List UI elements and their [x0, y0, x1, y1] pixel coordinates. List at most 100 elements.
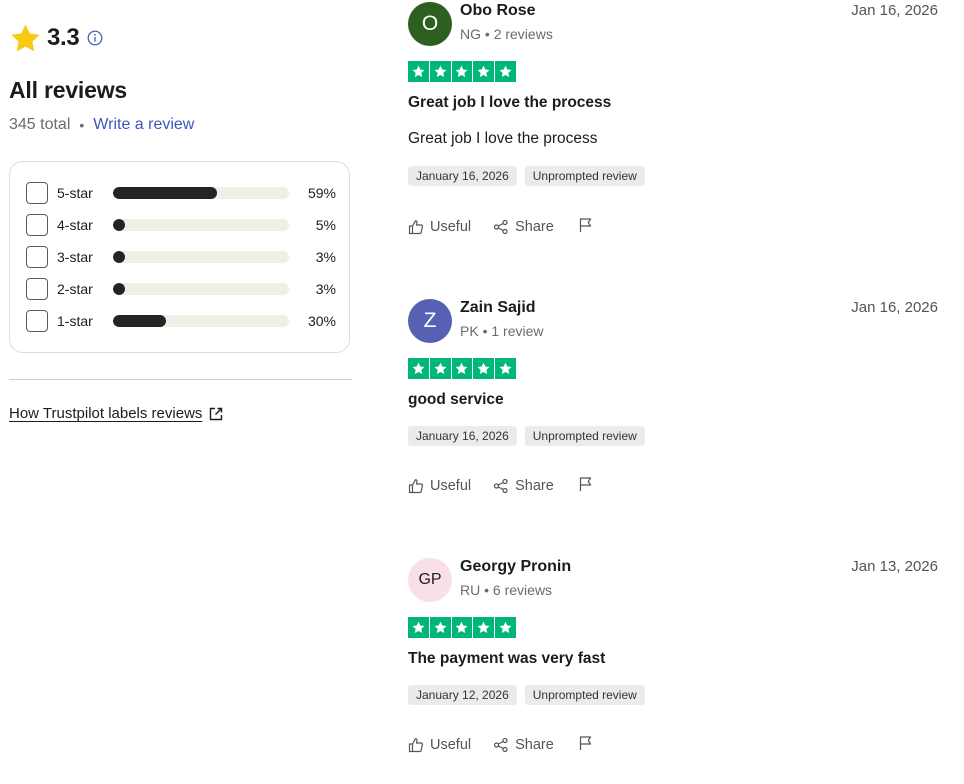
bar-fill: [113, 251, 125, 263]
reviewer-count: 1 review: [491, 323, 544, 339]
checkbox[interactable]: [26, 278, 48, 300]
separator-dot: •: [79, 117, 85, 133]
rating-star-icon: [495, 358, 516, 379]
rating-star-icon: [408, 358, 429, 379]
share-icon: [494, 737, 508, 753]
flag-icon: [579, 218, 591, 232]
review-card: O Obo Rose NG • 2 reviews Jan 16, 2026 G…: [408, 2, 938, 242]
distribution-bar: [113, 187, 289, 199]
filter-2-star[interactable]: 2-star 3%: [26, 277, 336, 301]
info-icon[interactable]: [87, 30, 103, 46]
reviewer-name[interactable]: Georgy Pronin: [460, 558, 571, 576]
checkbox[interactable]: [26, 214, 48, 236]
useful-label: Useful: [430, 219, 472, 235]
how-labels-text[interactable]: How Trustpilot labels reviews: [9, 405, 202, 422]
star-label: 3-star: [57, 249, 93, 265]
checkbox[interactable]: [26, 310, 48, 332]
share-icon: [494, 478, 508, 494]
star-label: 2-star: [57, 281, 93, 297]
review-date: Jan 16, 2026: [851, 299, 938, 316]
filter-3-star[interactable]: 3-star 3%: [26, 245, 336, 269]
experience-date-tag: January 16, 2026: [408, 166, 517, 186]
filter-4-star[interactable]: 4-star 5%: [26, 213, 336, 237]
reviewer-meta: NG • 2 reviews: [460, 26, 553, 42]
how-labels-link[interactable]: How Trustpilot labels reviews: [9, 405, 224, 422]
total-line: 345 total • Write a review: [9, 116, 194, 134]
avatar[interactable]: O: [408, 2, 452, 46]
report-button[interactable]: [578, 735, 594, 755]
rating-star-icon: [408, 61, 429, 82]
useful-button[interactable]: Useful: [408, 219, 471, 235]
share-label: Share: [515, 478, 554, 494]
divider: [9, 379, 352, 380]
distribution-bar: [113, 219, 289, 231]
useful-button[interactable]: Useful: [408, 737, 471, 753]
review-date: Jan 16, 2026: [851, 2, 938, 19]
thumbs-up-icon: [408, 220, 424, 235]
reviewer-country: PK: [460, 323, 479, 339]
experience-date-tag: January 16, 2026: [408, 426, 517, 446]
useful-button[interactable]: Useful: [408, 478, 471, 494]
review-title[interactable]: Great job I love the process: [408, 94, 611, 112]
experience-date-tag: January 12, 2026: [408, 685, 517, 705]
review-actions: Useful Share: [408, 217, 594, 237]
review-date: Jan 13, 2026: [851, 558, 938, 575]
distribution-bar: [113, 251, 289, 263]
share-label: Share: [515, 219, 554, 235]
rating-star-icon: [473, 617, 495, 638]
rating-star-icon: [495, 61, 516, 82]
review-title[interactable]: The payment was very fast: [408, 650, 605, 668]
share-label: Share: [515, 737, 554, 753]
rating-summary: 3.3: [9, 20, 103, 56]
report-button[interactable]: [578, 217, 594, 237]
star-rating: [408, 61, 516, 82]
filter-1-star[interactable]: 1-star 30%: [26, 309, 336, 333]
checkbox[interactable]: [26, 182, 48, 204]
reviewer-name[interactable]: Zain Sajid: [460, 299, 536, 317]
star-label: 5-star: [57, 185, 93, 201]
rating-star-icon: [429, 61, 451, 82]
review-actions: Useful Share: [408, 735, 594, 755]
share-button[interactable]: Share: [493, 737, 554, 753]
share-button[interactable]: Share: [493, 478, 554, 494]
review-tags: January 16, 2026 Unprompted review: [408, 426, 645, 446]
total-count: 345 total: [9, 116, 71, 133]
review-tags: January 12, 2026 Unprompted review: [408, 685, 645, 705]
flag-icon: [579, 736, 591, 750]
thumbs-up-icon: [408, 738, 424, 753]
write-review-link[interactable]: Write a review: [93, 116, 194, 134]
bar-fill: [113, 283, 125, 295]
avatar[interactable]: Z: [408, 299, 452, 343]
star-percent: 5%: [315, 217, 336, 233]
checkbox[interactable]: [26, 246, 48, 268]
report-button[interactable]: [578, 476, 594, 496]
star-percent: 30%: [307, 313, 336, 329]
review-body: Great job I love the process: [408, 130, 598, 147]
star-rating: [408, 358, 516, 379]
unprompted-tag[interactable]: Unprompted review: [524, 166, 645, 186]
unprompted-tag[interactable]: Unprompted review: [524, 426, 645, 446]
star-label: 1-star: [57, 313, 93, 329]
rating-star-icon: [451, 617, 473, 638]
review-actions: Useful Share: [408, 476, 594, 496]
bar-fill: [113, 187, 217, 199]
filter-5-star[interactable]: 5-star 59%: [26, 181, 336, 205]
rating-star-icon: [473, 61, 495, 82]
star-icon: [11, 23, 40, 51]
share-button[interactable]: Share: [493, 219, 554, 235]
reviewer-count: 2 reviews: [493, 26, 553, 42]
useful-label: Useful: [430, 737, 472, 753]
reviewer-country: NG: [460, 26, 481, 42]
distribution-bar: [113, 315, 289, 327]
bar-fill: [113, 219, 125, 231]
star-percent: 3%: [315, 281, 336, 297]
avatar[interactable]: GP: [408, 558, 452, 602]
review-title[interactable]: good service: [408, 391, 504, 409]
reviewer-count: 6 reviews: [492, 582, 553, 598]
rating-star-icon: [429, 617, 451, 638]
rating-value: 3.3: [47, 24, 80, 51]
rating-star-icon: [495, 617, 516, 638]
reviewer-country: RU: [460, 582, 481, 598]
unprompted-tag[interactable]: Unprompted review: [524, 685, 645, 705]
reviewer-name[interactable]: Obo Rose: [460, 2, 536, 20]
